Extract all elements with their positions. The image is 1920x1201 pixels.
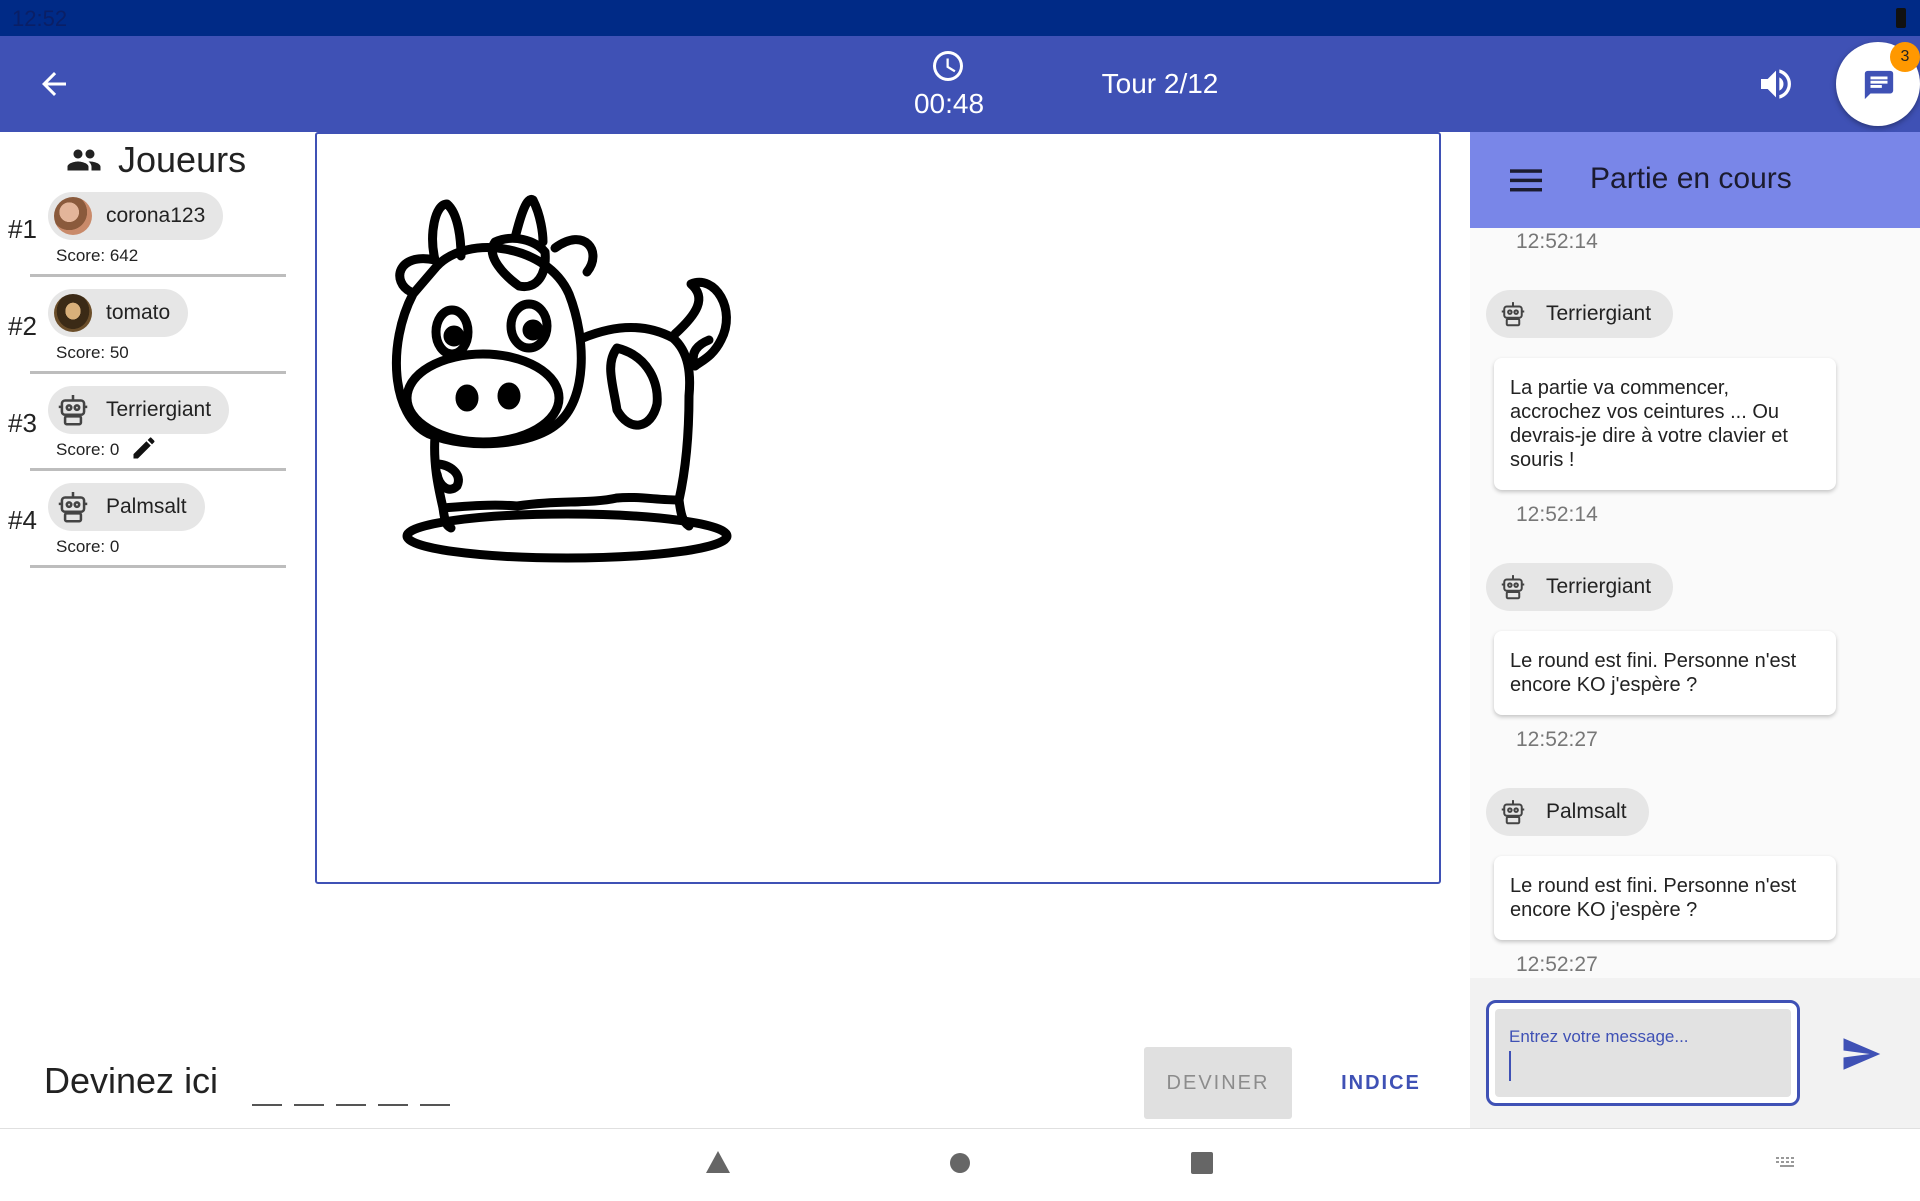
message-timestamp: 12:52:27 xyxy=(1516,953,1598,976)
divider xyxy=(30,468,286,471)
home-circle-icon[interactable] xyxy=(948,1149,972,1173)
player-chip[interactable]: tomato xyxy=(48,289,189,337)
robot-icon xyxy=(1501,800,1525,825)
text-caret xyxy=(1509,1051,1511,1081)
player-rank: #1 xyxy=(8,214,37,244)
player-chip[interactable]: Terriergiant xyxy=(48,386,230,434)
unread-badge: 3 xyxy=(1890,42,1920,72)
cow-drawing xyxy=(391,195,732,563)
robot-icon xyxy=(1501,302,1525,327)
chat-header: Partie en cours xyxy=(1470,132,1920,228)
divider xyxy=(30,274,286,277)
player-chip[interactable]: corona123 xyxy=(48,192,224,240)
message-timestamp: 12:52:14 xyxy=(1516,230,1598,253)
guess-button[interactable]: DEVINER xyxy=(1144,1047,1292,1119)
app-bar: 00:48 Tour 2/12 xyxy=(0,36,1920,132)
word-blanks xyxy=(252,1076,462,1106)
player-name: corona123 xyxy=(106,204,206,227)
player-rank: #3 xyxy=(8,408,37,438)
recents-square-icon[interactable] xyxy=(1190,1149,1214,1175)
player-rank: #4 xyxy=(8,505,37,535)
player-score: Score: 0 xyxy=(56,440,120,459)
drawing-canvas[interactable] xyxy=(315,132,1441,884)
message-input-placeholder: Entrez votre message... xyxy=(1509,1027,1689,1046)
player-name: Palmsalt xyxy=(106,495,187,518)
message-input[interactable]: Entrez votre message... xyxy=(1486,1000,1800,1106)
letter-blank xyxy=(336,1104,366,1106)
player-chip[interactable]: Palmsalt xyxy=(48,483,205,531)
player-row: #1 corona123 Score: 642 xyxy=(0,192,290,288)
player-score: Score: 642 xyxy=(56,246,139,265)
player-row: #3 Terriergiant Score: 0 xyxy=(0,386,290,482)
player-avatar xyxy=(54,294,92,332)
player-score: Score: 50 xyxy=(56,343,129,362)
chat-toggle-button[interactable]: 3 xyxy=(1836,42,1920,126)
round-counter: Tour 2/12 xyxy=(1101,68,1219,99)
message-input-field[interactable]: Entrez votre message... xyxy=(1495,1009,1791,1097)
robot-icon xyxy=(58,491,88,523)
status-time: 12:52 xyxy=(12,6,68,31)
message-author-chip: Terriergiant xyxy=(1486,563,1674,611)
system-nav-bar xyxy=(0,1128,1920,1201)
back-arrow-icon[interactable] xyxy=(36,66,72,102)
robot-icon xyxy=(58,394,88,426)
message-timestamp: 12:52:14 xyxy=(1516,503,1598,526)
volume-icon[interactable] xyxy=(1756,64,1796,104)
player-row: #2 tomato Score: 50 xyxy=(0,289,290,385)
letter-blank xyxy=(252,1104,282,1106)
letter-blank xyxy=(378,1104,408,1106)
player-avatar xyxy=(54,197,92,235)
pencil-icon xyxy=(133,437,155,459)
round-timer: 00:48 xyxy=(913,88,985,119)
menu-icon[interactable] xyxy=(1510,166,1542,194)
player-rank: #2 xyxy=(8,311,37,341)
message-bubble: La partie va commencer, accrochez vos ce… xyxy=(1494,358,1836,490)
message-timestamp: 12:52:27 xyxy=(1516,728,1598,751)
group-icon xyxy=(67,149,101,171)
hint-button[interactable]: INDICE xyxy=(1326,1047,1436,1119)
chat-title: Partie en cours xyxy=(1590,162,1792,195)
player-name: Terriergiant xyxy=(106,398,212,421)
player-name: tomato xyxy=(106,301,171,324)
player-score: Score: 0 xyxy=(56,537,120,556)
guess-label: Devinez ici xyxy=(44,1060,219,1101)
message-author: Palmsalt xyxy=(1546,800,1627,823)
status-bar: 12:52 xyxy=(0,0,1920,36)
chat-messages[interactable]: 12:52:14 Terriergiant La partie va comme… xyxy=(1470,228,1920,978)
player-row: #4 Palmsalt Score: 0 xyxy=(0,483,290,579)
message-author-chip: Palmsalt xyxy=(1486,788,1649,836)
robot-icon xyxy=(1501,575,1525,600)
chat-icon xyxy=(1864,70,1894,100)
message-bubble: Le round est fini. Personne n'est encore… xyxy=(1494,856,1836,940)
chat-input-area: Entrez votre message... xyxy=(1470,978,1920,1128)
players-title: Joueurs xyxy=(118,139,247,180)
letter-blank xyxy=(294,1104,324,1106)
divider xyxy=(30,371,286,374)
clock-icon xyxy=(933,51,963,81)
battery-icon xyxy=(1896,8,1906,28)
message-author: Terriergiant xyxy=(1546,575,1652,598)
keyboard-icon[interactable] xyxy=(1774,1149,1800,1171)
letter-blank xyxy=(420,1104,450,1106)
send-icon[interactable] xyxy=(1838,1033,1884,1075)
message-author-chip: Terriergiant xyxy=(1486,290,1674,338)
back-triangle-icon[interactable] xyxy=(704,1149,732,1175)
players-header: Joueurs xyxy=(66,136,246,184)
divider xyxy=(30,565,286,568)
message-author: Terriergiant xyxy=(1546,302,1652,325)
message-bubble: Le round est fini. Personne n'est encore… xyxy=(1494,631,1836,715)
